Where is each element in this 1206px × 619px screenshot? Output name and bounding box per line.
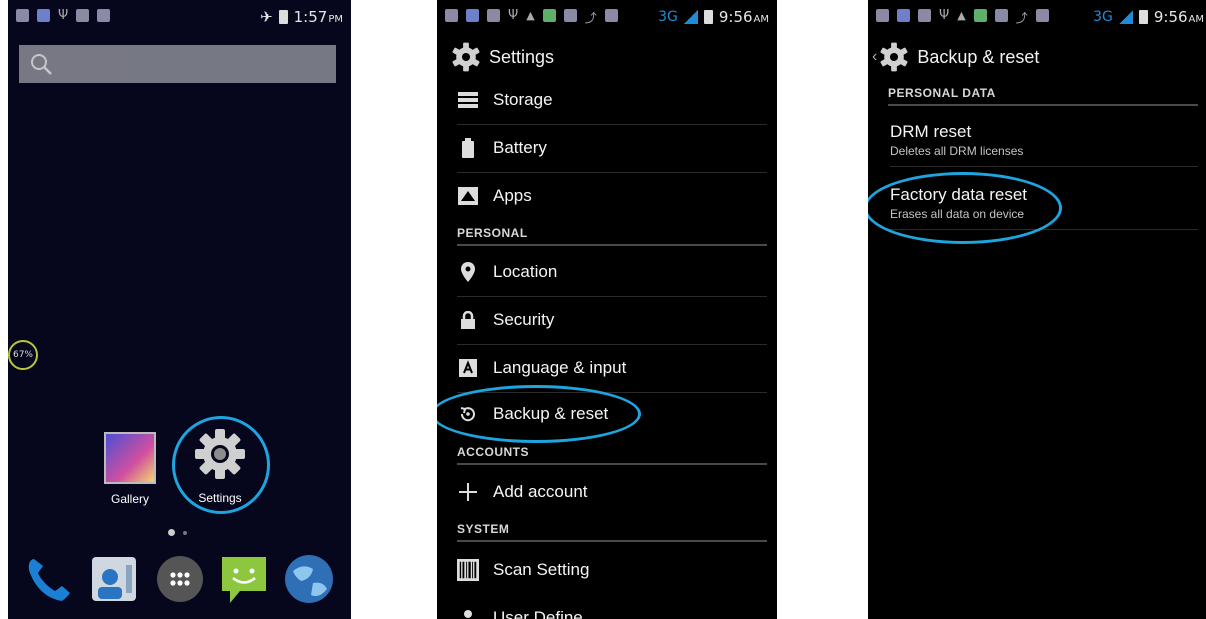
notification-icon xyxy=(994,9,1008,22)
contacts-icon[interactable] xyxy=(88,553,140,605)
lock-notification-icon: ▲ xyxy=(526,9,535,22)
status-bar: Ψ ▲ ⤴ 3G 9:56AM xyxy=(868,0,1206,34)
settings-item-battery[interactable]: Battery xyxy=(457,124,767,173)
gallery-app[interactable]: Gallery xyxy=(100,432,160,506)
messaging-icon[interactable] xyxy=(218,553,270,605)
network-type: 3G xyxy=(1093,9,1113,25)
missed-call-icon: ⤴ xyxy=(584,11,597,25)
gallery-icon xyxy=(104,432,156,484)
battery-widget[interactable]: 67% xyxy=(8,340,38,370)
plus-icon xyxy=(457,481,479,503)
user-icon xyxy=(457,607,479,619)
battery-icon xyxy=(1138,10,1148,24)
notification-icon xyxy=(445,9,458,22)
browser-icon[interactable] xyxy=(283,553,335,605)
notification-icon xyxy=(918,9,931,22)
highlight-ring xyxy=(437,385,641,443)
app-drawer-icon[interactable] xyxy=(154,553,206,605)
settings-item-storage[interactable]: Storage xyxy=(457,76,767,125)
page-indicator xyxy=(168,529,187,536)
settings-item-apps[interactable]: Apps xyxy=(457,172,767,220)
status-bar: Ψ ▲ ⤴ 3G 9:56AM xyxy=(437,0,777,34)
section-header-accounts: ACCOUNTS xyxy=(457,437,767,465)
phone-icon[interactable] xyxy=(22,553,74,605)
location-icon xyxy=(457,261,479,283)
section-header-system: SYSTEM xyxy=(457,514,767,542)
signal-icon xyxy=(1118,10,1133,24)
section-header-personal-data: PERSONAL DATA xyxy=(888,78,1198,106)
signal-icon xyxy=(683,10,698,24)
notification-icon xyxy=(1035,9,1049,22)
settings-item-location[interactable]: Location xyxy=(457,248,767,297)
notification-icon xyxy=(973,9,987,22)
status-time: 9:56AM xyxy=(1153,8,1204,26)
notification-icon xyxy=(466,9,479,22)
backup-reset-screen: Ψ ▲ ⤴ 3G 9:56AM ‹ Backup & reset PERSONA… xyxy=(868,0,1206,619)
status-bar: Ψ ✈ 1:57PM xyxy=(8,0,351,34)
status-time: 1:57PM xyxy=(293,8,343,26)
apps-icon xyxy=(457,185,479,207)
drm-reset-item[interactable]: DRM reset Deletes all DRM licenses xyxy=(890,122,1198,167)
gear-icon xyxy=(880,42,908,72)
lock-notification-icon: ▲ xyxy=(957,9,966,22)
language-icon xyxy=(457,357,479,379)
airplane-icon: ✈ xyxy=(260,8,273,26)
missed-call-icon: ⤴ xyxy=(1015,11,1028,25)
notification-icon xyxy=(487,9,500,22)
notification-icon xyxy=(37,9,50,22)
back-chevron-icon[interactable]: ‹ xyxy=(872,48,877,66)
highlight-ring xyxy=(868,172,1062,244)
battery-icon xyxy=(278,10,288,24)
settings-item-security[interactable]: Security xyxy=(457,296,767,345)
settings-screen: Ψ ▲ ⤴ 3G 9:56AM Settings Storage Battery… xyxy=(437,0,777,619)
status-time: 9:56AM xyxy=(718,8,769,26)
notification-icon xyxy=(604,9,618,22)
notification-icon xyxy=(16,9,29,22)
usb-icon: Ψ xyxy=(58,8,69,23)
notification-icon xyxy=(563,9,577,22)
section-header-personal: PERSONAL xyxy=(457,218,767,246)
settings-item-add-account[interactable]: Add account xyxy=(457,468,767,516)
search-bar[interactable] xyxy=(19,45,336,83)
network-type: 3G xyxy=(658,9,678,25)
page-title: Backup & reset xyxy=(917,46,1040,67)
notification-icon xyxy=(897,9,910,22)
gear-icon xyxy=(452,42,480,72)
usb-icon: Ψ xyxy=(939,8,950,23)
usb-icon: Ψ xyxy=(508,8,519,23)
action-bar[interactable]: ‹ Backup & reset xyxy=(868,34,1206,80)
home-screen: Ψ ✈ 1:57PM 67% Gallery Settings xyxy=(8,0,351,619)
battery-icon xyxy=(457,137,479,159)
lock-icon xyxy=(457,309,479,331)
page-title: Settings xyxy=(489,46,555,67)
dock xyxy=(8,553,351,611)
search-icon xyxy=(31,54,52,75)
battery-icon xyxy=(703,10,713,24)
action-bar: Settings xyxy=(437,34,777,80)
highlight-ring xyxy=(172,416,270,514)
notification-icon xyxy=(97,9,111,22)
settings-item-scan-setting[interactable]: Scan Setting xyxy=(457,546,767,594)
barcode-icon xyxy=(457,559,479,581)
barcode-notification-icon xyxy=(76,9,90,22)
notification-icon xyxy=(876,9,889,22)
settings-item-user-define[interactable]: User Define xyxy=(457,594,767,619)
notification-icon xyxy=(542,9,556,22)
storage-icon xyxy=(457,89,479,111)
